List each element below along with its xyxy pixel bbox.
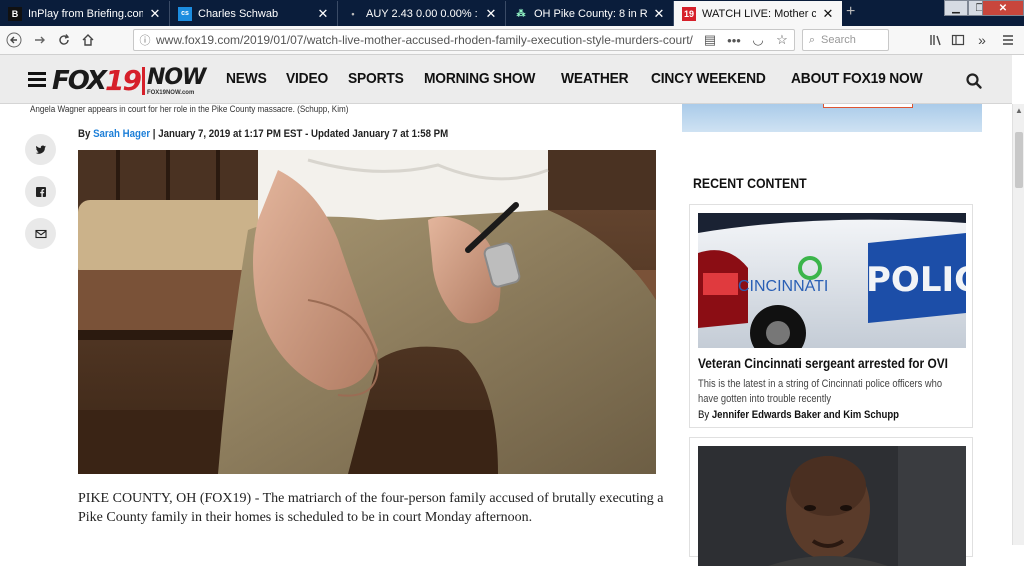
nav-about-fox19-now[interactable]: ABOUT FOX19 NOW [791, 70, 923, 87]
article-body-paragraph: PIKE COUNTY, OH (FOX19) - The matriarch … [78, 491, 664, 525]
back-icon[interactable] [4, 30, 24, 50]
tab-auy-yamana[interactable]: • AUY 2.43 0.00 0.00% : Yamana ✕ [338, 1, 506, 26]
nav-news[interactable]: NEWS [226, 70, 267, 87]
nav-weather[interactable]: WEATHER [561, 70, 629, 87]
courtroom-photo-illustration [78, 150, 656, 474]
share-email-button[interactable] [25, 218, 56, 249]
reload-icon[interactable] [54, 30, 74, 50]
close-tab-icon[interactable]: ✕ [822, 6, 834, 22]
site-search-icon[interactable] [965, 72, 983, 90]
pocket-icon[interactable]: ◡ [746, 32, 770, 48]
tab-title: OH Pike County: 8 in Rhoden f [534, 7, 647, 20]
recent-authors-by: By [698, 409, 710, 421]
scroll-up-icon[interactable]: ▲ [1013, 104, 1024, 118]
car-city-text: CINCINNATI [738, 278, 828, 295]
fox19-now-logo[interactable]: FOX 19 NOW FOX19NOW.com [52, 64, 206, 97]
reader-view-icon[interactable]: ▤ [698, 32, 722, 48]
logo-fox: FOX [52, 66, 107, 96]
share-twitter-button[interactable] [25, 134, 56, 165]
tab-charles-schwab[interactable]: cs Charles Schwab ✕ [170, 1, 338, 26]
news-favicon-icon: ⁂ [516, 8, 526, 18]
share-facebook-button[interactable] [25, 176, 56, 207]
window-close-icon[interactable]: ✕ [982, 0, 1024, 16]
schwab-favicon-icon: cs [178, 6, 192, 21]
menu-icon[interactable] [998, 30, 1018, 50]
scrollbar-thumb[interactable] [1015, 132, 1023, 188]
close-tab-icon[interactable]: ✕ [317, 6, 329, 22]
overflow-chevron-icon[interactable]: » [972, 30, 992, 50]
twitter-icon [35, 145, 46, 154]
browser-tab-strip: B InPlay from Briefing.com ✕ cs Charles … [0, 0, 1024, 26]
main-navigation: NEWS VIDEO SPORTS MORNING SHOW WEATHER C… [226, 70, 950, 87]
tab-title: WATCH LIVE: Mother charged [702, 7, 816, 20]
nav-cincy-weekend[interactable]: CINCY WEEKEND [651, 70, 766, 87]
close-tab-icon[interactable]: ✕ [149, 6, 161, 22]
tab-title: Charles Schwab [198, 7, 279, 20]
byline-by: By [78, 128, 91, 140]
author-link[interactable]: Sarah Hager [93, 128, 150, 140]
tab-title: InPlay from Briefing.com [28, 7, 143, 20]
recent-authors: By Jennifer Edwards Baker and Kim Schupp [698, 409, 899, 421]
forward-icon[interactable] [30, 30, 50, 50]
car-police-text: POLICE [866, 260, 966, 300]
nav-sports[interactable]: SPORTS [348, 70, 404, 87]
page-scrollbar[interactable]: ▲ [1012, 104, 1024, 545]
briefing-favicon-icon: B [8, 6, 22, 21]
article-main-photo [78, 150, 656, 474]
logo-divider [141, 67, 145, 95]
tab-inplay[interactable]: B InPlay from Briefing.com ✕ [0, 1, 170, 26]
recent-headline[interactable]: Veteran Cincinnati sergeant arrested for… [698, 355, 948, 371]
logo-19: 19 [104, 64, 142, 97]
article-byline: By Sarah Hager | January 7, 2019 at 1:17… [78, 128, 448, 140]
recent-content-card[interactable] [689, 437, 973, 566]
police-car-thumbnail[interactable]: CINCINNATI POLICE [698, 213, 966, 348]
tab-watch-live[interactable]: 19 WATCH LIVE: Mother charged ✕ [674, 1, 842, 26]
hamburger-menu-icon[interactable] [28, 72, 46, 87]
recent-content-heading: RECENT CONTENT [693, 175, 807, 191]
close-tab-icon[interactable]: ✕ [485, 6, 497, 22]
ad-button[interactable] [823, 104, 913, 108]
nav-morning-show[interactable]: MORNING SHOW [424, 70, 535, 87]
library-icon[interactable] [926, 30, 946, 50]
recent-authors-names: Jennifer Edwards Baker and Kim Schupp [711, 409, 900, 421]
logo-now: NOW [146, 65, 206, 90]
url-text[interactable]: www.fox19.com/2019/01/07/watch-live-moth… [156, 33, 698, 47]
minimize-icon[interactable]: ▁ [944, 0, 968, 16]
recent-content-card[interactable]: CINCINNATI POLICE Veteran Cincinnati ser… [689, 204, 973, 428]
search-icon: ⌕ [808, 33, 816, 46]
sidebar-toggle-icon[interactable] [948, 30, 968, 50]
dot-favicon-icon: • [351, 8, 355, 19]
logo-now-block: NOW FOX19NOW.com [146, 65, 206, 97]
browser-search-input[interactable]: ⌕ Search [802, 29, 889, 51]
tab-title: AUY 2.43 0.00 0.00% : Yamana [366, 7, 479, 20]
email-icon [34, 229, 47, 238]
browser-navigation-bar: ⓘ www.fox19.com/2019/01/07/watch-live-mo… [0, 26, 1024, 55]
recent-summary: This is the latest in a string of Cincin… [698, 378, 943, 405]
close-tab-icon[interactable]: ✕ [653, 6, 665, 22]
logo-site: FOX19NOW.com [146, 90, 195, 96]
home-icon[interactable] [78, 30, 98, 50]
nav-video[interactable]: VIDEO [286, 70, 328, 87]
search-placeholder: Search [821, 34, 856, 46]
address-bar[interactable]: ⓘ www.fox19.com/2019/01/07/watch-live-mo… [133, 29, 795, 51]
advertisement-banner[interactable] [682, 104, 982, 132]
facebook-icon [35, 186, 46, 197]
portrait-thumbnail[interactable] [698, 446, 966, 566]
site-info-icon[interactable]: ⓘ [134, 32, 156, 48]
police-car-illustration: CINCINNATI POLICE [698, 213, 966, 348]
new-tab-icon[interactable]: + [846, 3, 855, 21]
tab-pike-county[interactable]: ⁂ OH Pike County: 8 in Rhoden f ✕ [506, 1, 674, 26]
page-actions-icon[interactable]: ••• [722, 33, 746, 48]
fox19-favicon-icon: 19 [682, 6, 696, 21]
byline-date: | January 7, 2019 at 1:17 PM EST - Updat… [152, 128, 449, 140]
bookmark-star-icon[interactable]: ☆ [770, 32, 794, 48]
site-header: FOX 19 NOW FOX19NOW.com NEWS VIDEO SPORT… [0, 55, 1012, 104]
portrait-illustration [698, 446, 966, 566]
photo-caption: Angela Wagner appears in court for her r… [30, 104, 349, 114]
